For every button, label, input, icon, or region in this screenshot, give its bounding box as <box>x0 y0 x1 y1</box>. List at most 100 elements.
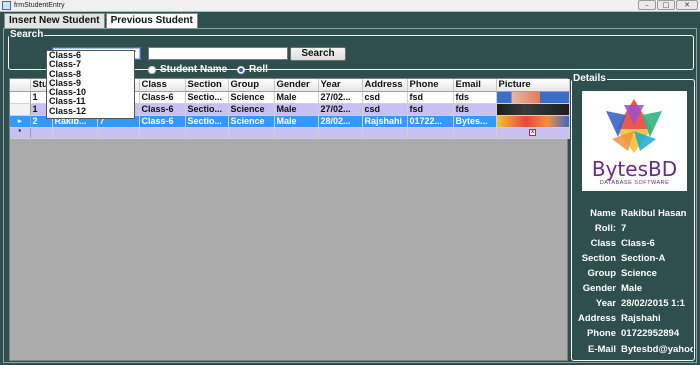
detail-label: Section <box>581 252 616 264</box>
cell-gender[interactable]: Male <box>274 115 319 128</box>
radio-roll[interactable]: Roll <box>237 64 268 75</box>
cell-gender[interactable] <box>274 127 319 139</box>
detail-class: Class Class-6 <box>572 236 696 250</box>
detail-gender: Gender Male <box>572 281 696 295</box>
column-header-gender[interactable]: Gender <box>274 79 319 92</box>
new-row-asterisk-icon[interactable]: * <box>10 127 31 139</box>
student-data-grid[interactable]: Stu oll Class Section Group Gender Year … <box>9 78 570 361</box>
detail-value: Rakibul Hasan <box>621 207 687 219</box>
detail-label: Group <box>587 267 617 279</box>
detail-value: Section-A <box>621 252 666 264</box>
detail-label: Gender <box>582 282 616 294</box>
cell-group[interactable]: Science <box>228 115 275 128</box>
detail-value: Class-6 <box>621 237 655 249</box>
search-input[interactable] <box>148 47 288 60</box>
cell-picture[interactable] <box>496 91 570 104</box>
minimize-button[interactable]: – <box>638 0 656 10</box>
detail-value: Science <box>621 267 657 279</box>
cell-section[interactable] <box>185 127 229 139</box>
detail-label: Class <box>590 237 616 249</box>
column-header-year[interactable]: Year <box>318 79 363 92</box>
cell-address[interactable]: Rajshahi <box>362 115 408 128</box>
row-header-corner <box>10 79 31 92</box>
student-photo-thumbnail <box>496 115 568 126</box>
cell-phone[interactable] <box>407 127 454 139</box>
table-row-new[interactable]: * x <box>10 127 570 139</box>
cell-year[interactable] <box>318 127 363 139</box>
column-header-group[interactable]: Group <box>228 79 275 92</box>
cell-group[interactable]: Science <box>228 103 275 116</box>
detail-label: Roll: <box>594 222 616 234</box>
cell-student-id[interactable] <box>30 127 53 139</box>
close-button[interactable]: ✕ <box>676 0 698 10</box>
row-header[interactable] <box>10 91 31 104</box>
cell-roll[interactable] <box>97 127 140 139</box>
cell-email[interactable]: fds <box>453 91 497 104</box>
detail-email: E-Mail Bytesbd@yahoo. <box>572 342 696 356</box>
cell-email[interactable]: Bytes... <box>453 115 497 128</box>
row-header[interactable] <box>10 103 31 116</box>
detail-label: Year <box>595 297 616 309</box>
cell-phone[interactable]: fsd <box>407 91 454 104</box>
dropdown-option-class-12[interactable]: Class-12 <box>47 106 134 116</box>
app-icon <box>2 1 11 10</box>
cell-gender[interactable]: Male <box>274 103 319 116</box>
cell-section[interactable]: Sectio... <box>185 103 229 116</box>
detail-label: Name <box>590 207 616 219</box>
tab-insert-new-student[interactable]: Insert New Student <box>4 13 105 28</box>
logo-wordmark: BytesBD <box>591 157 678 181</box>
cell-year[interactable]: 27/02... <box>318 91 363 104</box>
cell-address[interactable]: csd <box>362 91 408 104</box>
detail-value: Male <box>621 282 643 294</box>
cell-class[interactable] <box>139 127 186 139</box>
cell-email[interactable]: fds <box>453 103 497 116</box>
detail-group: Group Science <box>572 266 696 280</box>
detail-name: Name Rakibul Hasan <box>572 206 696 220</box>
detail-label: E-Mail <box>588 343 616 355</box>
class-dropdown-list[interactable]: Class-6 Class-7 Class-8 Class-9 Class-10… <box>46 50 135 119</box>
column-header-address[interactable]: Address <box>362 79 408 92</box>
cell-class[interactable]: Class-6 <box>139 91 186 104</box>
cell-class[interactable]: Class-6 <box>139 103 186 116</box>
cell-picture[interactable]: x <box>496 127 570 139</box>
missing-image-icon: x <box>529 129 536 136</box>
cell-name[interactable] <box>52 127 98 139</box>
window-title: frmStudentEntry <box>14 2 65 9</box>
current-row-indicator-icon[interactable]: ▸ <box>10 115 31 128</box>
cell-phone[interactable]: fsd <box>407 103 454 116</box>
cell-picture[interactable] <box>496 115 570 128</box>
cell-class[interactable]: Class-6 <box>139 115 186 128</box>
student-photo-thumbnail <box>496 103 568 114</box>
column-header-phone[interactable]: Phone <box>407 79 454 92</box>
cell-picture[interactable] <box>496 103 570 116</box>
cell-gender[interactable]: Male <box>274 91 319 104</box>
detail-label: Phone <box>586 327 616 339</box>
detail-value: 7 <box>621 222 627 234</box>
detail-value: 28/02/2015 1:1 <box>621 297 685 309</box>
search-button[interactable]: Search <box>290 47 346 61</box>
cell-phone[interactable]: 01722... <box>407 115 454 128</box>
detail-section: Section Section-A <box>572 251 696 265</box>
detail-value: Rajshahi <box>621 312 661 324</box>
radio-student-name-dot[interactable] <box>148 65 156 74</box>
maximize-button[interactable]: □ <box>657 0 675 10</box>
column-header-picture[interactable]: Picture <box>496 79 570 92</box>
cell-year[interactable]: 28/02... <box>318 115 363 128</box>
cell-address[interactable]: csd <box>362 103 408 116</box>
column-header-email[interactable]: Email <box>453 79 497 92</box>
column-header-class[interactable]: Class <box>139 79 186 92</box>
cell-year[interactable]: 27/02... <box>318 103 363 116</box>
radio-student-name[interactable]: Student Name <box>148 64 227 75</box>
detail-value: 01722952894 <box>621 327 680 339</box>
cell-email[interactable] <box>453 127 497 139</box>
cell-section[interactable]: Sectio... <box>185 91 229 104</box>
title-bar: frmStudentEntry – □ ✕ <box>0 0 700 12</box>
tab-previous-student[interactable]: Previous Student <box>105 13 198 29</box>
radio-roll-dot[interactable] <box>237 65 245 74</box>
cell-address[interactable] <box>362 127 408 139</box>
cell-group[interactable]: Science <box>228 91 275 104</box>
cell-group[interactable] <box>228 127 275 139</box>
cell-section[interactable]: Sectio... <box>185 115 229 128</box>
column-header-section[interactable]: Section <box>185 79 229 92</box>
detail-year: Year 28/02/2015 1:1 <box>572 296 696 310</box>
